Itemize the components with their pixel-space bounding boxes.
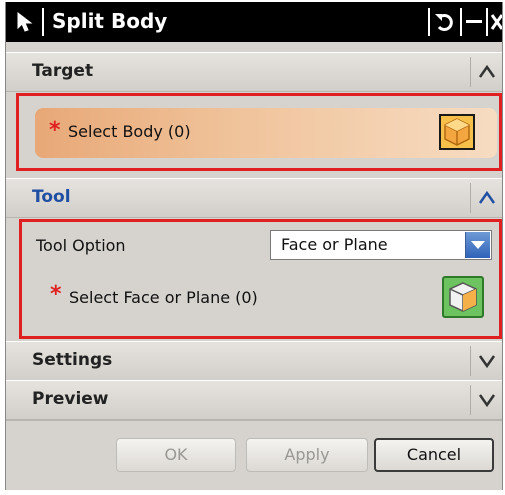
- header-separator: [470, 346, 471, 376]
- chevron-down-icon: [471, 241, 485, 249]
- footer-divider: [6, 420, 502, 421]
- chevron-down-icon[interactable]: [478, 391, 496, 409]
- tool-option-value: Face or Plane: [281, 235, 388, 254]
- title-separator: [428, 8, 430, 36]
- group-header-preview[interactable]: Preview: [6, 380, 502, 420]
- header-separator: [470, 385, 471, 415]
- reset-icon[interactable]: [432, 8, 458, 36]
- chevron-up-icon[interactable]: [478, 63, 496, 81]
- group-header-target[interactable]: Target: [6, 52, 502, 92]
- group-header-tool[interactable]: Tool: [6, 178, 502, 218]
- select-body-label: Select Body (0): [68, 122, 191, 141]
- dialog-title: Split Body: [52, 9, 168, 33]
- header-separator: [470, 183, 471, 213]
- solid-body-icon: [444, 118, 470, 146]
- select-face-button[interactable]: [442, 276, 484, 318]
- group-label-target: Target: [32, 61, 94, 81]
- required-marker: *: [50, 282, 62, 307]
- title-separator: [42, 8, 44, 36]
- select-face-label: Select Face or Plane (0): [69, 288, 258, 307]
- close-icon[interactable]: [490, 8, 502, 36]
- group-label-preview: Preview: [32, 389, 109, 409]
- title-bar[interactable]: Split Body: [6, 2, 502, 42]
- required-marker: *: [49, 118, 61, 143]
- header-separator: [470, 57, 471, 87]
- title-separator: [486, 8, 488, 36]
- chevron-up-icon[interactable]: [478, 189, 496, 207]
- cancel-button[interactable]: Cancel: [374, 438, 494, 472]
- chevron-down-icon[interactable]: [478, 352, 496, 370]
- dropdown-button[interactable]: [465, 232, 490, 258]
- title-separator: [460, 8, 462, 36]
- tool-option-dropdown[interactable]: Face or Plane: [270, 230, 492, 260]
- group-header-settings[interactable]: Settings: [6, 341, 502, 381]
- group-label-settings: Settings: [32, 350, 113, 370]
- apply-button[interactable]: Apply: [246, 438, 368, 472]
- minimize-icon[interactable]: [463, 8, 485, 36]
- group-label-tool: Tool: [32, 187, 71, 207]
- face-select-icon: [449, 282, 477, 312]
- select-arrow-icon: [17, 11, 33, 32]
- ok-button[interactable]: OK: [116, 438, 236, 472]
- select-body-button[interactable]: [439, 114, 475, 150]
- split-body-dialog: Split Body Target * Select Body (0) Tool…: [5, 2, 503, 490]
- tool-option-label: Tool Option: [36, 236, 126, 255]
